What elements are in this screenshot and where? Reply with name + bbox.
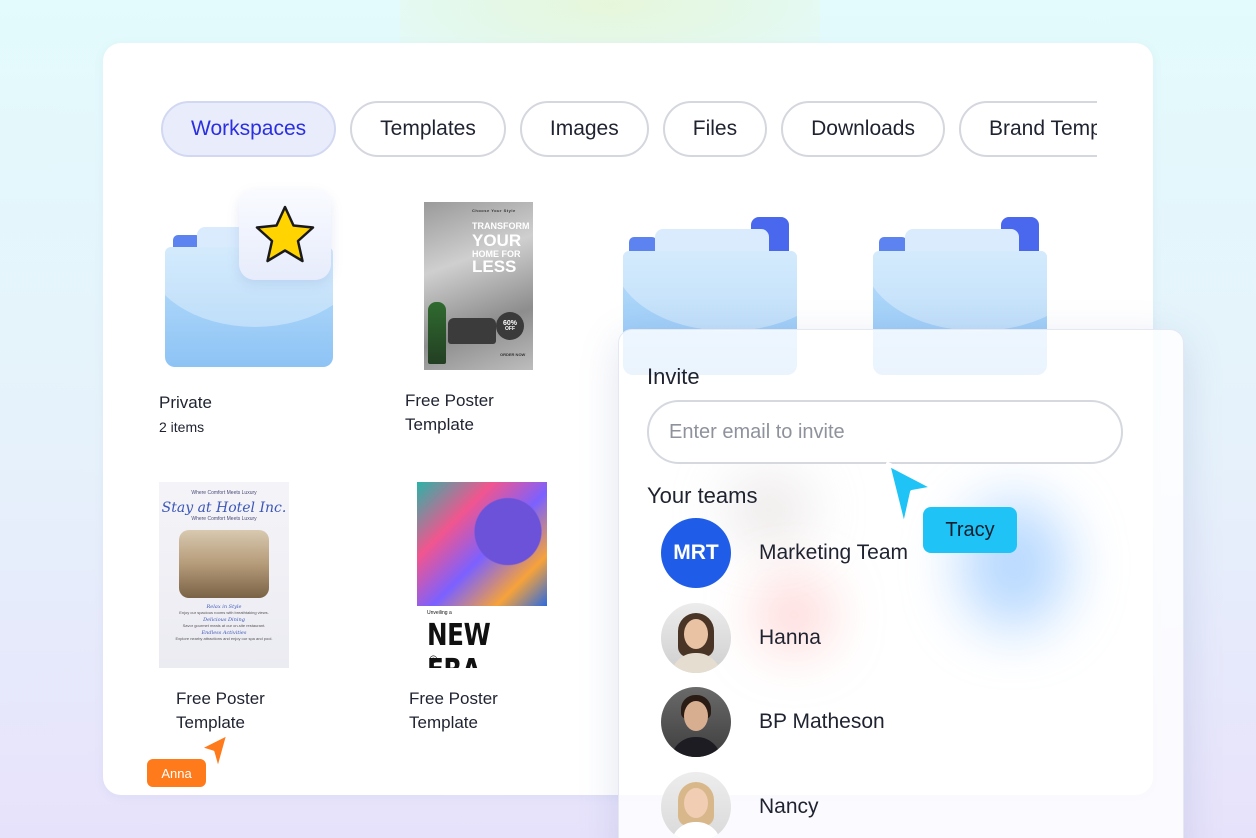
poster-home-label: Free Poster Template [405, 391, 494, 434]
avatar [661, 772, 731, 838]
hotel-poster-thumbnail[interactable]: Where Comfort Meets Luxury Stay at Hotel… [159, 482, 289, 668]
team-avatar: MRT [661, 518, 731, 588]
hotel-section-text: Enjoy our spacious rooms with breathtaki… [179, 610, 269, 615]
hotel-tagline: Where Comfort Meets Luxury [191, 490, 257, 496]
hotel-title: Stay at Hotel Inc. [161, 500, 287, 516]
discount-badge: 60% OFF [496, 312, 524, 340]
poster-hotel-label: Free Poster Template [176, 689, 265, 732]
invite-panel: Invite Your teams MRT Marketing Team Han… [618, 329, 1184, 838]
era-title: NEW ERA [427, 618, 491, 668]
globe-icon: ◎ [429, 654, 438, 665]
tab-downloads[interactable]: Downloads [781, 101, 945, 157]
private-count: 2 items [159, 419, 205, 435]
member-item-hanna[interactable]: Hanna [661, 603, 821, 673]
poster-era-item[interactable]: Free Poster Template [409, 687, 539, 735]
hotel-sub: Where Comfort Meets Luxury [191, 516, 257, 522]
poster-home-line-1: TRANSFORM [472, 221, 530, 231]
badge-off: OFF [505, 326, 515, 332]
anna-cursor-label: Anna [147, 759, 206, 787]
hotel-section-text: Savor gourmet meals at our on-site resta… [182, 623, 266, 628]
chair-graphic [448, 318, 496, 344]
avatar [661, 603, 731, 673]
poster-hotel-item[interactable]: Free Poster Template [176, 687, 306, 735]
poster-home-line-4: LESS [472, 257, 517, 276]
poster-home-line-2: YOUR [472, 231, 522, 250]
plant-graphic [428, 302, 446, 364]
private-item[interactable]: Private 2 items [159, 391, 289, 435]
member-item-nancy[interactable]: Nancy [661, 772, 819, 838]
invite-email-input[interactable] [647, 400, 1123, 464]
member-item-bp-matheson[interactable]: BP Matheson [661, 687, 885, 757]
tab-files[interactable]: Files [662, 101, 768, 157]
vr-art-graphic [417, 482, 547, 606]
tab-bar: Workspaces Templates Images Files Downlo… [159, 99, 1097, 163]
era-kicker: Unveiling a [427, 610, 452, 616]
private-label: Private [159, 393, 212, 412]
poster-home-cta: ORDER NOW [500, 352, 526, 357]
home-poster-thumbnail[interactable]: Choose Your Style TRANSFORM YOUR HOME FO… [424, 202, 533, 370]
avatar [661, 687, 731, 757]
poster-era-label: Free Poster Template [409, 689, 498, 732]
tab-brand-templates[interactable]: Brand Templates [959, 101, 1097, 157]
hotel-section-text: Explore nearby attractions and enjoy our… [175, 636, 273, 641]
new-era-poster-thumbnail[interactable]: Unveiling a NEW ERA ◎ [417, 482, 547, 668]
member-name: Hanna [759, 626, 821, 649]
star-icon [239, 190, 331, 280]
tab-images[interactable]: Images [519, 101, 649, 157]
poster-home-item[interactable]: Free Poster Template [405, 389, 535, 437]
member-name: Nancy [759, 795, 819, 818]
team-item-marketing[interactable]: MRT Marketing Team [661, 518, 908, 588]
member-name: Marketing Team [759, 541, 909, 564]
poster-home-top: Choose Your Style [472, 208, 516, 213]
tracy-cursor-label: Tracy [923, 507, 1017, 553]
tab-templates[interactable]: Templates [350, 101, 506, 157]
invite-title: Invite [647, 364, 700, 389]
your-teams-title: Your teams [647, 483, 758, 508]
member-name: BP Matheson [759, 710, 885, 733]
tab-workspaces[interactable]: Workspaces [161, 101, 337, 157]
hotel-photo [179, 530, 269, 598]
